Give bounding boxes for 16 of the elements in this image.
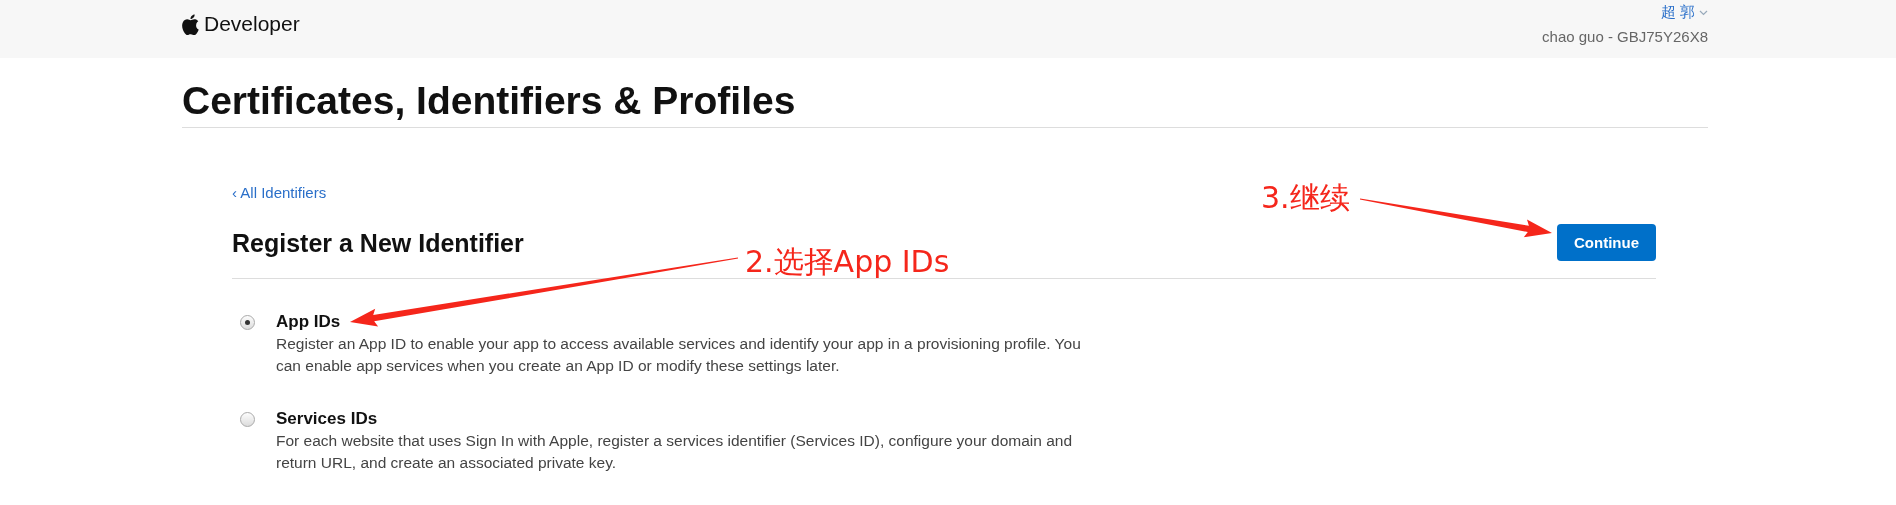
brand-name[interactable]: Developer [204, 12, 300, 36]
back-link[interactable]: ‹ All Identifiers [232, 184, 327, 202]
section-heading: Register a New Identifier [232, 227, 524, 259]
page-title: Certificates, Identifiers & Profiles [182, 78, 797, 124]
account-label: chao guo - GBJ75Y26X8 [1542, 28, 1708, 45]
annotation-text: 2.选择App IDs [745, 244, 950, 280]
option-description: For each website that uses Sign In with Apple, register a services identifier (Services ID), configure your domain and return URL, and create an associated private key. [276, 431, 1074, 473]
apple-logo-icon[interactable] [182, 13, 199, 35]
option-title: Services IDs [276, 408, 379, 430]
user-name-menu[interactable]: 超 郭 [1660, 3, 1695, 22]
radio-button[interactable] [240, 315, 255, 330]
radio-button[interactable] [240, 412, 255, 427]
continue-button[interactable]: Continue [1557, 224, 1656, 261]
option-title: App IDs [276, 311, 342, 333]
annotation-text: 3.继续 [1261, 180, 1350, 216]
option-description: Register an App ID to enable your app to access available services and identify your app in a provisioning profile. You can enable app services when you create an App ID or modify these settings later. [276, 334, 1082, 376]
